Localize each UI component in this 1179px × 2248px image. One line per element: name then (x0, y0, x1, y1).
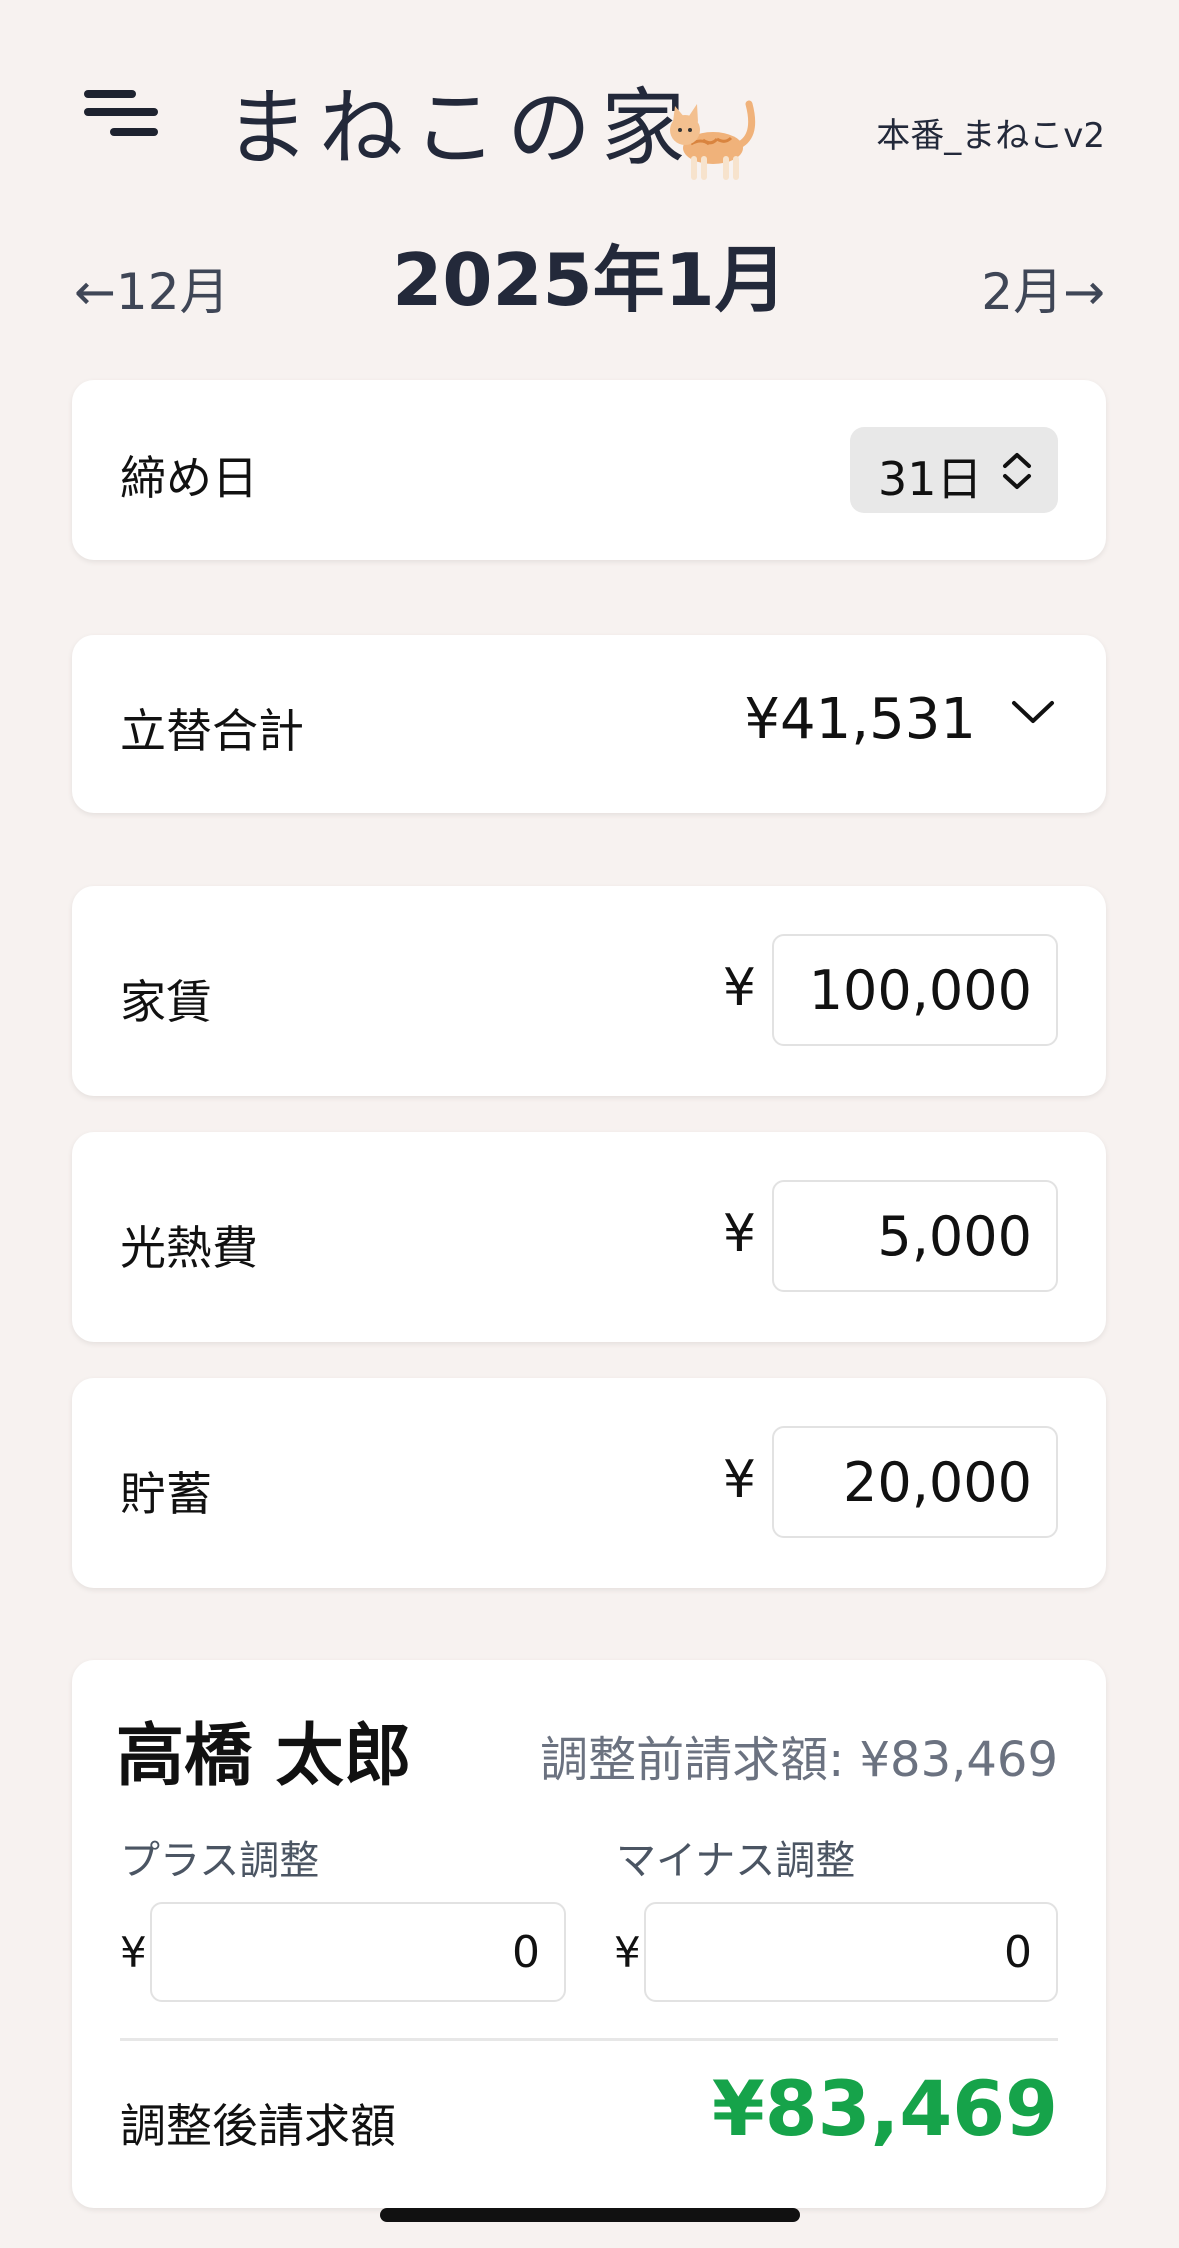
savings-input[interactable] (772, 1426, 1058, 1538)
rent-currency: ¥ (722, 958, 756, 1018)
utility-label: 光熱費 (120, 1221, 258, 1275)
final-amount: ¥83,469 (711, 2064, 1058, 2153)
final-amount-label: 調整後請求額 (120, 2099, 396, 2153)
minus-adjust-currency: ¥ (614, 1928, 641, 1977)
rent-card: 家賃 ¥ (72, 886, 1106, 1096)
app-screen: まねこの家 本番_まねこv2 ←12月 2025年1月 2月→ 締め日 31日 … (0, 0, 1179, 2248)
minus-adjust-label: マイナス調整 (616, 1838, 856, 1884)
plus-adjust-currency: ¥ (120, 1928, 147, 1977)
person-billing-card: 高橋 太郎 調整前請求額: ¥83,469 プラス調整 マイナス調整 ¥ ¥ 調… (72, 1660, 1106, 2208)
savings-card: 貯蓄 ¥ (72, 1378, 1106, 1588)
cat-icon (670, 100, 756, 180)
plus-adjust-label: プラス調整 (120, 1838, 320, 1884)
advance-total-label: 立替合計 (120, 704, 304, 758)
advance-total-card[interactable]: 立替合計 ¥41,531 (72, 635, 1106, 813)
utility-input[interactable] (772, 1180, 1058, 1292)
header: まねこの家 本番_まねこv2 (0, 0, 1179, 220)
divider (120, 2038, 1058, 2041)
menu-icon[interactable] (84, 90, 158, 152)
plus-adjust-input[interactable] (150, 1902, 566, 2002)
up-down-chevron-icon (1003, 453, 1031, 489)
next-month-link[interactable]: 2月→ (981, 252, 1105, 324)
closing-day-select[interactable]: 31日 (850, 427, 1058, 513)
rent-input[interactable] (772, 934, 1058, 1046)
person-name: 高橋 太郎 (116, 1717, 412, 1796)
pre-adjust-amount: 調整前請求額: ¥83,469 (540, 1732, 1058, 1788)
closing-day-label: 締め日 (120, 451, 258, 505)
environment-label: 本番_まねこv2 (876, 116, 1105, 156)
minus-adjust-input[interactable] (644, 1902, 1058, 2002)
closing-day-card: 締め日 31日 (72, 380, 1106, 560)
month-navigation: ←12月 2025年1月 2月→ (0, 240, 1179, 321)
chevron-down-icon[interactable] (1010, 697, 1056, 727)
utility-currency: ¥ (722, 1204, 756, 1264)
home-indicator[interactable] (380, 2208, 800, 2222)
utility-card: 光熱費 ¥ (72, 1132, 1106, 1342)
advance-total-amount: ¥41,531 (744, 687, 976, 752)
rent-label: 家賃 (120, 975, 212, 1029)
savings-currency: ¥ (722, 1450, 756, 1510)
closing-day-value: 31日 (878, 452, 983, 506)
app-title: まねこの家 (225, 79, 696, 177)
savings-label: 貯蓄 (120, 1467, 212, 1521)
